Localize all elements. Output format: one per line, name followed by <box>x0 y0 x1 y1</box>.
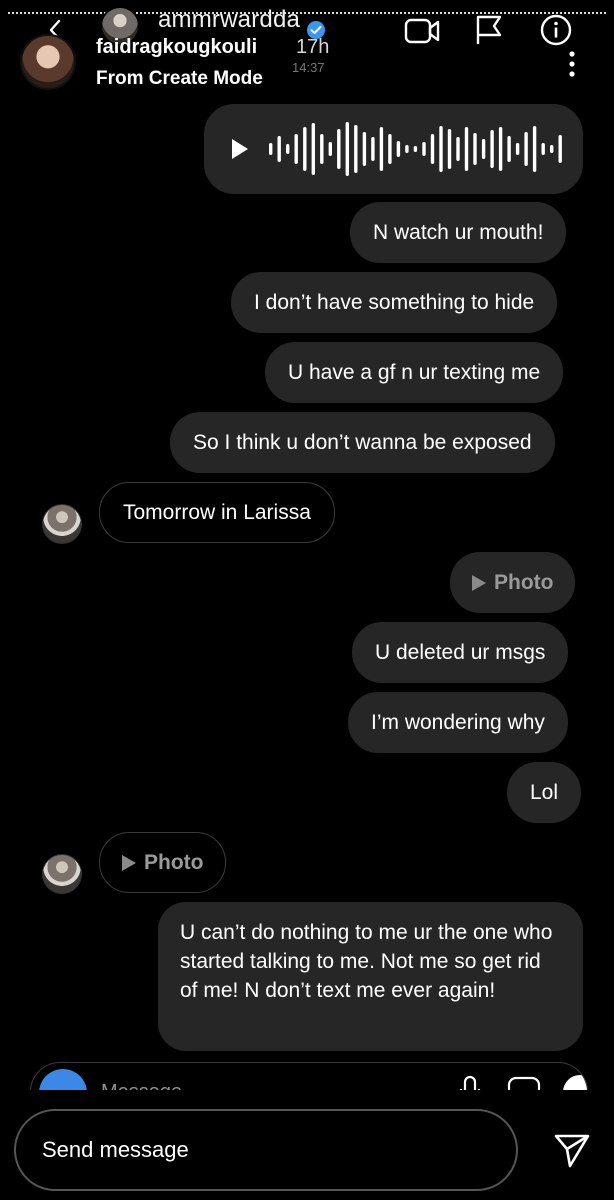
waveform-bar <box>464 127 469 171</box>
waveform-bar <box>294 134 298 164</box>
message-bubble[interactable]: U can’t do nothing to me ur the one who … <box>158 902 583 1051</box>
message-text: U have a gf n ur texting me <box>288 361 541 384</box>
waveform-bar <box>498 127 503 171</box>
waveform-bar <box>337 129 341 169</box>
message-text: Lol <box>530 781 559 804</box>
waveform-bar <box>439 126 443 172</box>
waveform-bar <box>524 132 528 166</box>
waveform-bar <box>515 143 520 155</box>
message-bubble[interactable]: N watch ur mouth! <box>350 202 567 263</box>
send-message-input[interactable]: Send message <box>14 1109 518 1191</box>
message-bubble[interactable]: U have a gf n ur texting me <box>265 342 564 403</box>
photo-label: Photo <box>144 851 204 874</box>
waveform-bar <box>286 144 290 154</box>
waveform-bar <box>379 127 384 171</box>
message-bubble[interactable]: U deleted ur msgs <box>352 622 569 683</box>
message-time: 14:37 <box>292 60 325 75</box>
waveform-bar <box>430 134 435 164</box>
message-text: U can’t do nothing to me ur the one who … <box>180 921 553 1002</box>
waveform-bar <box>269 143 273 155</box>
waveform-bar <box>354 125 358 173</box>
photo-label: Photo <box>494 571 554 594</box>
waveform-bar <box>328 142 332 156</box>
waveform-bar <box>405 145 409 153</box>
message-bubble[interactable]: Lol <box>507 762 582 823</box>
thread-name[interactable]: ammrwardda <box>158 6 300 34</box>
voice-waveform <box>269 122 562 176</box>
flag-icon[interactable] <box>474 14 504 46</box>
photo-message[interactable]: Photo <box>99 832 227 893</box>
waveform-bar <box>507 136 511 162</box>
play-icon[interactable] <box>230 137 250 161</box>
waveform-bar <box>371 137 375 161</box>
message-text: So I think u don’t wanna be exposed <box>193 431 532 454</box>
waveform-bar <box>388 134 392 164</box>
story-time: 17h <box>296 36 330 58</box>
story-progress-bar <box>8 12 606 16</box>
waveform-bar <box>541 143 545 155</box>
waveform-bar <box>422 142 426 156</box>
waveform-bar <box>550 145 554 153</box>
message-bubble[interactable]: I’m wondering why <box>348 692 568 753</box>
voice-message[interactable] <box>204 104 583 194</box>
more-icon[interactable] <box>566 50 578 78</box>
story-username[interactable]: faidragkougkouli <box>96 36 257 59</box>
message-text: N watch ur mouth! <box>373 221 544 244</box>
waveform-bar <box>532 126 537 172</box>
waveform-bar <box>303 127 307 171</box>
story-subtitle: From Create Mode <box>96 68 263 89</box>
waveform-bar <box>481 139 486 159</box>
play-icon <box>122 854 136 871</box>
message-text: I don’t have something to hide <box>254 291 535 314</box>
message-bubble[interactable]: Tomorrow in Larissa <box>99 482 335 543</box>
waveform-bar <box>413 146 418 152</box>
video-call-icon[interactable] <box>404 16 440 46</box>
message-bubble[interactable]: I don’t have something to hide <box>231 272 558 333</box>
message-text: Tomorrow in Larissa <box>123 501 311 524</box>
sender-avatar[interactable] <box>42 504 82 544</box>
waveform-bar <box>311 123 315 175</box>
story-avatar[interactable] <box>20 34 76 90</box>
waveform-bar <box>473 133 477 165</box>
photo-message[interactable]: Photo <box>450 552 576 613</box>
info-icon[interactable] <box>540 14 572 46</box>
sender-avatar[interactable] <box>42 854 82 894</box>
waveform-bar <box>362 132 367 166</box>
send-icon[interactable] <box>552 1130 592 1170</box>
waveform-bar <box>396 141 401 157</box>
message-text: U deleted ur msgs <box>375 641 546 664</box>
waveform-bar <box>490 130 494 168</box>
message-text: I’m wondering why <box>371 711 545 734</box>
waveform-bar <box>345 122 349 176</box>
waveform-bar <box>320 134 324 164</box>
message-bubble[interactable]: So I think u don’t wanna be exposed <box>170 412 555 473</box>
send-message-placeholder: Send message <box>42 1137 189 1162</box>
waveform-bar <box>558 135 562 163</box>
play-icon <box>472 574 486 591</box>
waveform-bar <box>456 137 460 161</box>
waveform-bar <box>277 136 281 162</box>
waveform-bar <box>447 129 452 169</box>
